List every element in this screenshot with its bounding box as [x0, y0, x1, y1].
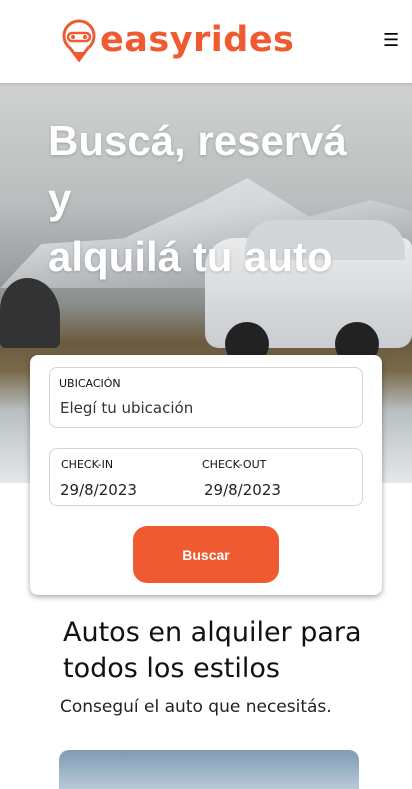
- section-title: Autos en alquiler para todos los estilos: [63, 617, 362, 684]
- brand-name: easyrides: [100, 20, 295, 60]
- checkout-label: CHECK-OUT: [202, 458, 267, 471]
- checkin-label: CHECK-IN: [61, 458, 114, 471]
- section-subtitle: Conseguí el auto que necesitás.: [60, 697, 332, 717]
- dates-field: CHECK-IN 29/8/2023 CHECK-OUT 29/8/2023: [49, 448, 363, 506]
- car-card-image[interactable]: [59, 750, 359, 789]
- header: easyrides ☰: [0, 0, 412, 83]
- checkout-input[interactable]: 29/8/2023: [204, 481, 281, 499]
- location-input[interactable]: Elegí tu ubicación: [60, 399, 193, 417]
- logo[interactable]: easyrides: [62, 18, 294, 62]
- location-label: UBICACIÓN: [59, 377, 121, 390]
- hero-rock: [0, 278, 60, 348]
- car-pin-icon: [62, 19, 96, 62]
- search-card: UBICACIÓN Elegí tu ubicación CHECK-IN 29…: [30, 355, 382, 595]
- checkin-input[interactable]: 29/8/2023: [60, 481, 137, 499]
- hero-title: Buscá, reservá y alquilá tu auto: [48, 117, 347, 280]
- hamburger-icon[interactable]: ☰: [383, 30, 399, 51]
- search-button[interactable]: Buscar: [133, 526, 279, 583]
- location-field[interactable]: UBICACIÓN Elegí tu ubicación: [49, 367, 363, 428]
